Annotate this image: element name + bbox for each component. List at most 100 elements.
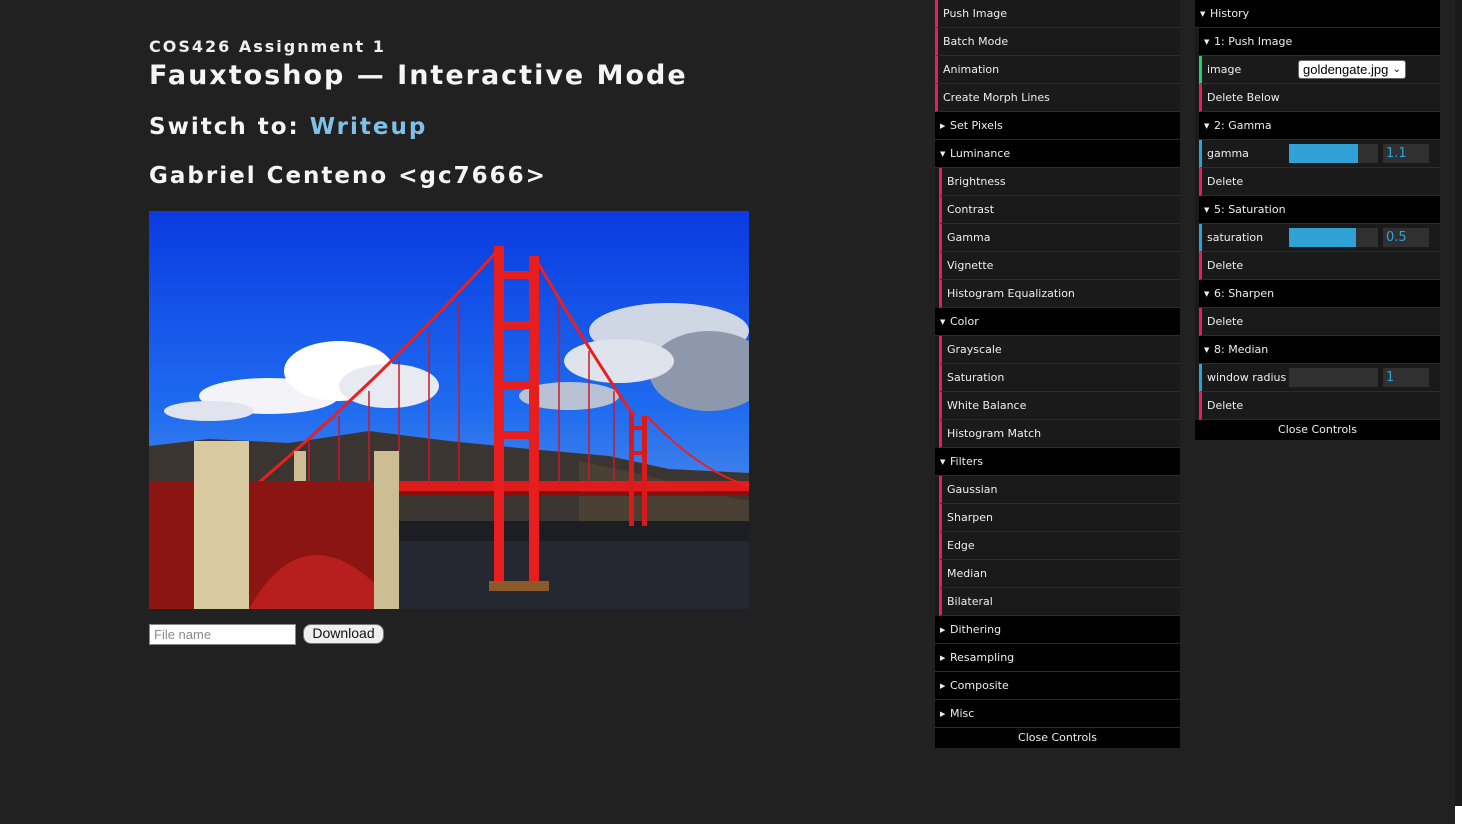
histogram-match-label: Histogram Match (947, 427, 1042, 440)
delete-sharpen-button[interactable]: Delete (1199, 308, 1440, 336)
file-name-input[interactable] (149, 624, 296, 645)
result-image (149, 211, 749, 609)
create-morph-lines-button[interactable]: Create Morph Lines (935, 84, 1180, 112)
step-label: 6: Sharpen (1214, 287, 1275, 300)
image-select-row: image goldengate.jpg ⌄ (1199, 56, 1440, 84)
contrast-button[interactable]: Contrast (939, 196, 1180, 224)
window-radius-control-row: window radius 1 (1199, 364, 1440, 392)
caret-down-icon: ▼ (940, 457, 946, 466)
sharpen-label: Sharpen (947, 511, 993, 524)
vignette-button[interactable]: Vignette (939, 252, 1180, 280)
folder-history[interactable]: ▼ History (1195, 0, 1440, 28)
image-label: image (1207, 63, 1242, 76)
saturation-label: Saturation (947, 371, 1005, 384)
sharpen-button[interactable]: Sharpen (939, 504, 1180, 532)
brightness-label: Brightness (947, 175, 1006, 188)
delete-saturation-button[interactable]: Delete (1199, 252, 1440, 280)
histogram-equalization-button[interactable]: Histogram Equalization (939, 280, 1180, 308)
caret-right-icon: ▶ (940, 625, 946, 634)
edge-label: Edge (947, 539, 975, 552)
delete-label: Delete (1207, 315, 1244, 328)
bilateral-label: Bilateral (947, 595, 993, 608)
page-edge-strip (1455, 0, 1462, 808)
edge-button[interactable]: Edge (939, 532, 1180, 560)
saturation-slider[interactable] (1289, 228, 1378, 247)
caret-down-icon: ▼ (940, 149, 946, 158)
delete-label: Delete (1207, 259, 1244, 272)
gamma-param-label: gamma (1207, 147, 1249, 160)
bilateral-button[interactable]: Bilateral (939, 588, 1180, 616)
writeup-link[interactable]: Writeup (310, 114, 428, 140)
history-step-sharpen[interactable]: ▼ 6: Sharpen (1199, 280, 1440, 308)
histogram-match-button[interactable]: Histogram Match (939, 420, 1180, 448)
history-step-median[interactable]: ▼ 8: Median (1199, 336, 1440, 364)
median-label: Median (947, 567, 988, 580)
step-label: 5: Saturation (1214, 203, 1286, 216)
white-balance-button[interactable]: White Balance (939, 392, 1180, 420)
caret-down-icon: ▼ (1200, 9, 1206, 18)
gaussian-button[interactable]: Gaussian (939, 476, 1180, 504)
saturation-param-label: saturation (1207, 231, 1264, 244)
close-controls-button[interactable]: Close Controls (935, 728, 1180, 748)
folder-composite[interactable]: ▶ Composite (935, 672, 1180, 700)
history-step-gamma[interactable]: ▼ 2: Gamma (1199, 112, 1440, 140)
histogram-equalization-label: Histogram Equalization (947, 287, 1075, 300)
folder-dithering[interactable]: ▶ Dithering (935, 616, 1180, 644)
controls-panel: Push Image Batch Mode Animation Create M… (935, 0, 1180, 748)
history-step-push-image[interactable]: ▼ 1: Push Image (1199, 28, 1440, 56)
composite-label: Composite (950, 679, 1009, 692)
history-step-saturation[interactable]: ▼ 5: Saturation (1199, 196, 1440, 224)
close-history-controls-button[interactable]: Close Controls (1195, 420, 1440, 440)
author-name: Gabriel Centeno <gc7666> (149, 163, 547, 189)
vignette-label: Vignette (947, 259, 994, 272)
caret-down-icon: ▼ (940, 317, 946, 326)
delete-below-button[interactable]: Delete Below (1199, 84, 1440, 112)
folder-set-pixels[interactable]: ▶ Set Pixels (935, 112, 1180, 140)
switch-prefix: Switch to: (149, 114, 310, 140)
gamma-value-input[interactable]: 1.1 (1383, 144, 1429, 163)
luminance-label: Luminance (950, 147, 1011, 160)
folder-misc[interactable]: ▶ Misc (935, 700, 1180, 728)
gamma-slider-fill (1289, 144, 1358, 163)
window-radius-label: window radius (1207, 371, 1287, 384)
window-radius-slider[interactable] (1289, 368, 1378, 387)
gamma-button[interactable]: Gamma (939, 224, 1180, 252)
folder-color[interactable]: ▼ Color (935, 308, 1180, 336)
caret-right-icon: ▶ (940, 681, 946, 690)
caret-right-icon: ▶ (940, 121, 946, 130)
grayscale-label: Grayscale (947, 343, 1002, 356)
brightness-button[interactable]: Brightness (939, 168, 1180, 196)
median-button[interactable]: Median (939, 560, 1180, 588)
saturation-button[interactable]: Saturation (939, 364, 1180, 392)
gamma-label: Gamma (947, 231, 991, 244)
grayscale-button[interactable]: Grayscale (939, 336, 1180, 364)
batch-mode-button[interactable]: Batch Mode (935, 28, 1180, 56)
download-button[interactable]: Download (303, 624, 384, 644)
caret-right-icon: ▶ (940, 709, 946, 718)
batch-mode-label: Batch Mode (943, 35, 1009, 48)
dithering-label: Dithering (950, 623, 1002, 636)
push-image-button[interactable]: Push Image (935, 0, 1180, 28)
delete-median-button[interactable]: Delete (1199, 392, 1440, 420)
color-label: Color (950, 315, 979, 328)
saturation-value-input[interactable]: 0.5 (1383, 228, 1429, 247)
delete-label: Delete (1207, 399, 1244, 412)
saturation-control-row: saturation 0.5 (1199, 224, 1440, 252)
delete-gamma-button[interactable]: Delete (1199, 168, 1440, 196)
history-panel: ▼ History ▼ 1: Push Image image goldengate… (1195, 0, 1440, 440)
image-select[interactable]: goldengate.jpg ⌄ (1298, 60, 1406, 79)
filters-label: Filters (950, 455, 983, 468)
switch-mode-text: Switch to: Writeup (149, 114, 427, 140)
folder-luminance[interactable]: ▼ Luminance (935, 140, 1180, 168)
step-label: 1: Push Image (1214, 35, 1293, 48)
caret-right-icon: ▶ (940, 653, 946, 662)
folder-resampling[interactable]: ▶ Resampling (935, 644, 1180, 672)
gamma-slider[interactable] (1289, 144, 1378, 163)
window-radius-value-input[interactable]: 1 (1383, 368, 1429, 387)
gaussian-label: Gaussian (947, 483, 998, 496)
caret-down-icon: ▼ (1204, 121, 1210, 130)
animation-button[interactable]: Animation (935, 56, 1180, 84)
folder-filters[interactable]: ▼ Filters (935, 448, 1180, 476)
step-label: 8: Median (1214, 343, 1269, 356)
course-subtitle: COS426 Assignment 1 (149, 37, 386, 56)
